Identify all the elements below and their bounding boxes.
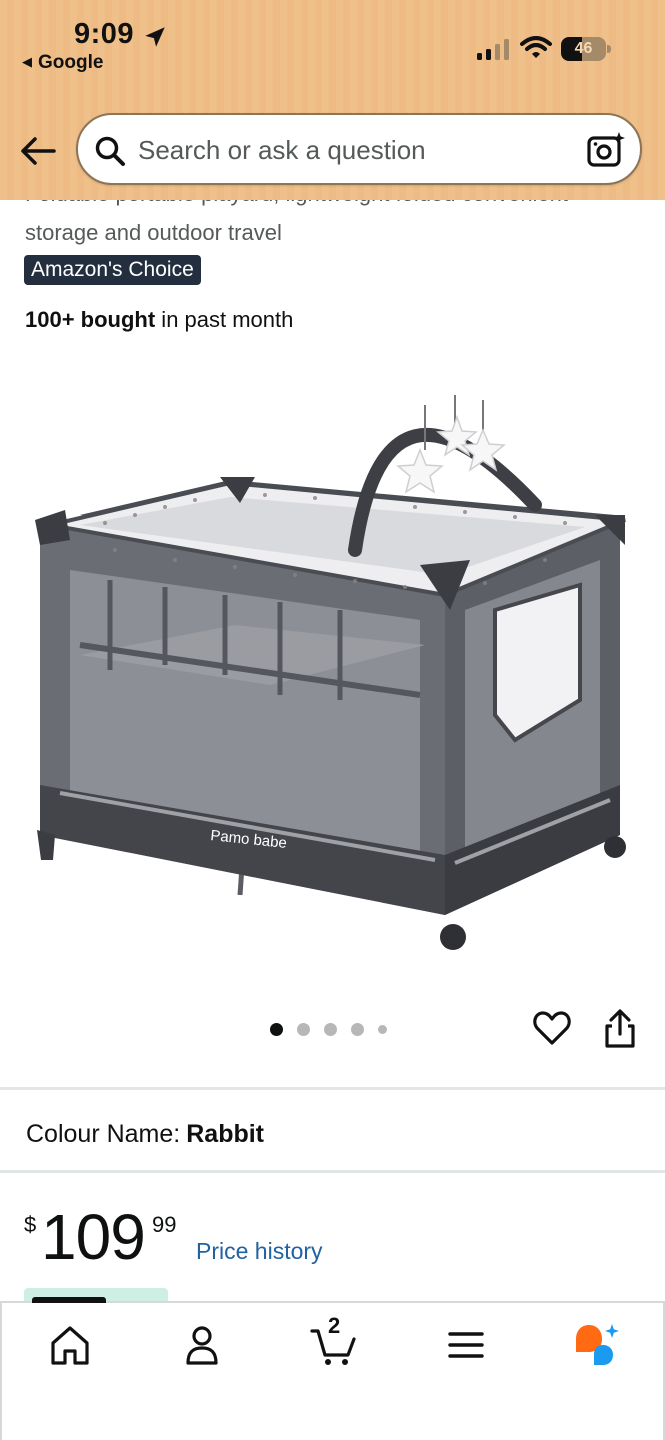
- product-title-line2: storage and outdoor travel: [25, 220, 282, 245]
- back-arrow-icon[interactable]: [18, 134, 58, 168]
- section-divider: [0, 1087, 665, 1090]
- colour-label: Colour Name:: [26, 1120, 181, 1148]
- carousel-dot[interactable]: [351, 1022, 364, 1036]
- top-header: 9:09 ◀ Google 46: [0, 0, 665, 200]
- carousel-dot[interactable]: [297, 1022, 310, 1036]
- search-bar[interactable]: [76, 113, 642, 185]
- carousel-dot[interactable]: [324, 1022, 337, 1036]
- image-carousel-dots: [270, 1020, 401, 1038]
- nav-rufus-assistant[interactable]: [570, 1321, 622, 1369]
- bottom-navigation: 2: [0, 1297, 665, 1440]
- price-history-link[interactable]: Price history: [196, 1238, 323, 1265]
- colour-selector[interactable]: Colour Name: Rabbit: [26, 1120, 264, 1149]
- cellular-signal-icon: [477, 39, 509, 60]
- price-symbol: $: [24, 1212, 37, 1237]
- heart-icon[interactable]: [532, 1008, 572, 1048]
- camera-lens-icon[interactable]: [586, 131, 626, 169]
- home-icon: [51, 1326, 89, 1365]
- carousel-dot[interactable]: [270, 1022, 283, 1036]
- price-fraction: 99: [152, 1212, 177, 1237]
- nav-home[interactable]: [44, 1321, 96, 1369]
- status-time: 9:09: [74, 18, 135, 50]
- search-input[interactable]: [138, 129, 568, 171]
- rufus-icon: [576, 1324, 619, 1365]
- colour-value: Rabbit: [186, 1120, 265, 1148]
- price-whole: 109: [41, 1201, 146, 1273]
- wifi-icon: [520, 36, 552, 58]
- account-icon: [186, 1326, 218, 1365]
- battery-percent: 46: [574, 40, 593, 57]
- battery-icon: 46: [561, 37, 611, 61]
- back-app-label: Google: [38, 52, 104, 73]
- nav-account[interactable]: [176, 1321, 228, 1369]
- back-to-app-link[interactable]: ◀ Google: [22, 52, 103, 74]
- bought-count-bold: 100+ bought: [25, 307, 156, 332]
- carousel-dot[interactable]: [378, 1024, 387, 1034]
- active-tab-indicator: [32, 1297, 106, 1303]
- cart-count-badge: 2: [328, 1313, 341, 1338]
- search-icon: [95, 136, 125, 166]
- nav-cart[interactable]: 2: [308, 1313, 360, 1369]
- section-divider: [0, 1170, 665, 1173]
- amazons-choice-badge[interactable]: Amazon's Choice: [24, 255, 201, 285]
- nav-menu[interactable]: [440, 1321, 492, 1369]
- bought-count: 100+ bought in past month: [25, 307, 293, 333]
- bought-count-rest: in past month: [155, 307, 294, 332]
- location-arrow-icon: [145, 27, 165, 47]
- share-icon[interactable]: [601, 1008, 639, 1050]
- menu-icon: [448, 1332, 484, 1358]
- product-image-playard[interactable]: Pamo babe: [25, 355, 640, 965]
- back-triangle-icon: ◀: [22, 54, 32, 69]
